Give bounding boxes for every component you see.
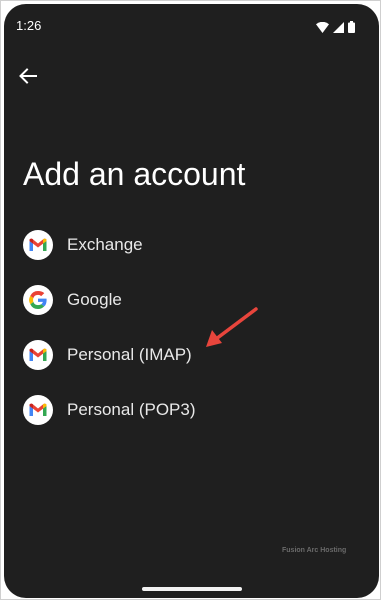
account-option-personal-imap[interactable]: Personal (IMAP) <box>4 328 379 383</box>
google-icon <box>23 285 53 315</box>
wifi-icon <box>316 20 329 38</box>
account-option-exchange[interactable]: Exchange <box>4 218 379 273</box>
account-label: Google <box>67 290 122 309</box>
phone-screen: 1:26 Add an account Exchange Google Pers… <box>4 4 379 598</box>
gesture-navigation-handle[interactable] <box>142 587 242 591</box>
status-icons <box>316 20 355 38</box>
arrow-back-icon <box>19 67 37 89</box>
screenshot-frame: 1:26 Add an account Exchange Google Pers… <box>0 0 381 600</box>
back-button[interactable] <box>14 64 42 92</box>
battery-icon <box>348 20 355 38</box>
watermark: Fusion Arc Hosting <box>282 547 347 554</box>
account-label: Exchange <box>67 235 143 254</box>
status-time: 1:26 <box>16 18 42 33</box>
cellular-signal-icon <box>333 20 344 38</box>
account-option-personal-pop3[interactable]: Personal (POP3) <box>4 383 379 438</box>
annotation-arrow-icon <box>206 307 258 347</box>
account-label: Personal (POP3) <box>67 400 196 419</box>
gmail-icon <box>23 230 53 260</box>
gmail-icon <box>23 340 53 370</box>
page-title: Add an account <box>23 156 246 192</box>
account-label: Personal (IMAP) <box>67 345 192 364</box>
account-option-google[interactable]: Google <box>4 273 379 328</box>
account-list: Exchange Google Personal (IMAP) Personal… <box>4 218 379 438</box>
gmail-icon <box>23 395 53 425</box>
status-bar: 1:26 <box>4 4 379 46</box>
